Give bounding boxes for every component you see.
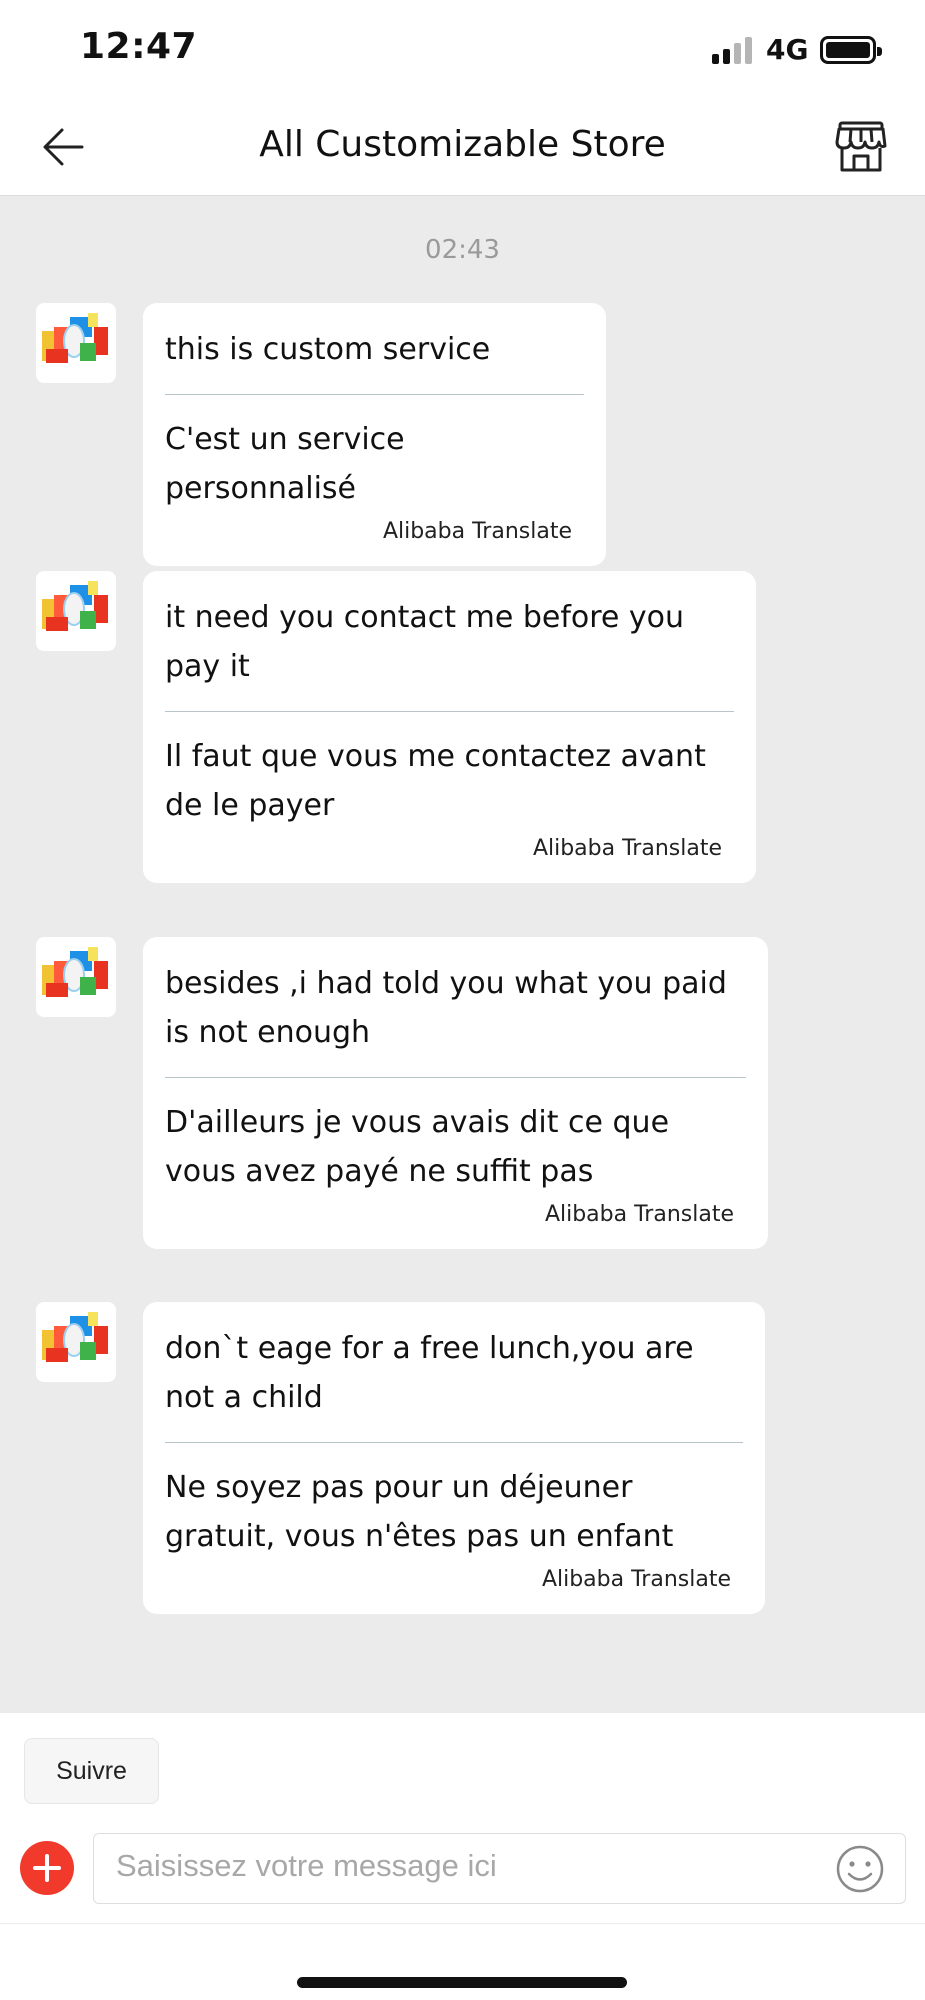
message-input[interactable]: Saisissez votre message ici — [93, 1833, 906, 1904]
message-text: don`t eage for a free lunch,you are not … — [165, 1331, 694, 1415]
storefront-icon[interactable] — [834, 120, 888, 174]
message-bubble[interactable]: don`t eage for a free lunch,you are not … — [143, 1302, 765, 1614]
seller-avatar[interactable] — [36, 571, 116, 651]
translated-text: D'ailleurs je vous avais dit ce que vous… — [165, 1105, 670, 1189]
seller-avatar[interactable] — [36, 1302, 116, 1382]
message-text: it need you contact me before you pay it — [165, 600, 685, 684]
page-title: All Customizable Store — [259, 124, 666, 165]
label-rolls-icon — [42, 313, 108, 363]
seller-avatar[interactable] — [36, 937, 116, 1017]
status-time: 12:47 — [80, 26, 198, 67]
translator-label: Alibaba Translate — [532, 836, 722, 861]
divider — [165, 394, 584, 395]
translated-text: Il faut que vous me contactez avant de l… — [165, 739, 706, 823]
chat-timestamp: 02:43 — [425, 235, 500, 265]
network-type: 4G — [766, 33, 809, 66]
translated-text: Ne soyez pas pour un déjeuner gratuit, v… — [165, 1470, 674, 1554]
header: All Customizable Store — [0, 100, 925, 196]
message-bubble[interactable]: besides ,i had told you what you paid is… — [143, 937, 768, 1249]
divider — [165, 1442, 743, 1443]
translated-text: C'est un service personnalisé — [165, 422, 405, 506]
divider — [165, 711, 734, 712]
translator-label: Alibaba Translate — [544, 1202, 734, 1227]
status-bar: 12:47 4G — [0, 0, 925, 100]
message-bubble[interactable]: it need you contact me before you pay it… — [143, 571, 756, 883]
label-rolls-icon — [42, 581, 108, 631]
divider — [0, 1923, 925, 1924]
translator-label: Alibaba Translate — [541, 1567, 731, 1592]
message-text: besides ,i had told you what you paid is… — [165, 966, 727, 1050]
message-bubble[interactable]: this is custom service C'est un service … — [143, 303, 606, 566]
plus-icon[interactable] — [20, 1841, 74, 1895]
label-rolls-icon — [42, 1312, 108, 1362]
emoji-icon[interactable] — [835, 1844, 885, 1894]
composer-area: Suivre Saisissez votre message ici — [0, 1713, 925, 2000]
label-rolls-icon — [42, 947, 108, 997]
seller-avatar[interactable] — [36, 303, 116, 383]
follow-button[interactable]: Suivre — [24, 1738, 159, 1804]
message-text: this is custom service — [165, 332, 491, 367]
translator-label: Alibaba Translate — [382, 519, 572, 544]
divider — [165, 1077, 746, 1078]
battery-icon — [820, 36, 882, 64]
home-indicator[interactable] — [297, 1977, 627, 1988]
signal-icon — [712, 36, 754, 64]
message-input-placeholder: Saisissez votre message ici — [116, 1848, 497, 1883]
chat-area[interactable]: 02:43 this is custom service C'est un se… — [0, 197, 925, 1713]
